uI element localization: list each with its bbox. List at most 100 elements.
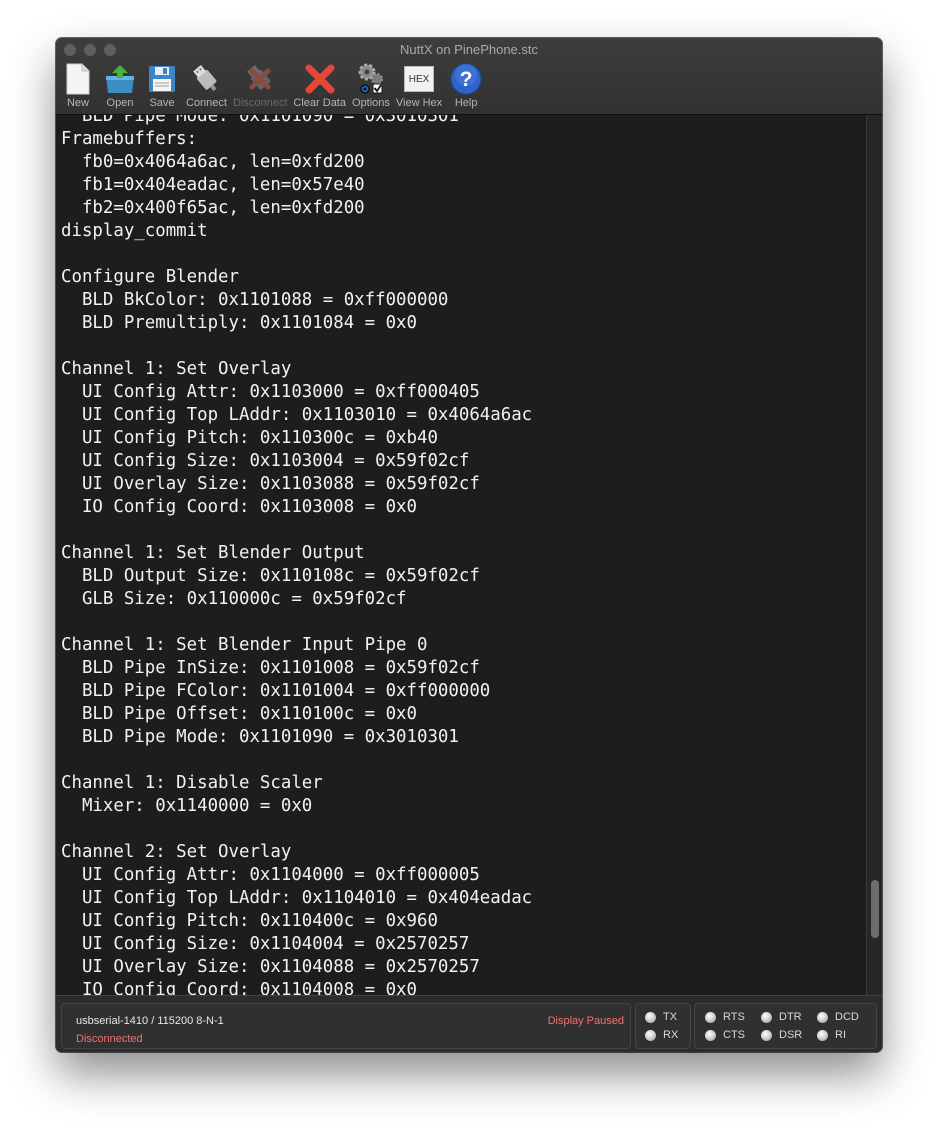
rx-indicator: RX	[645, 1029, 678, 1041]
window-title: NuttX on PinePhone.stc	[399, 42, 539, 57]
save-label: Save	[149, 97, 175, 109]
usb-disconnect-icon	[242, 62, 278, 96]
hex-icon: HEX	[401, 62, 437, 96]
terminal-scrollbar[interactable]	[866, 115, 882, 995]
dcd-led-icon	[817, 1011, 828, 1023]
cts-led-icon	[705, 1029, 716, 1041]
help-question-icon: ?	[448, 62, 484, 96]
help-button[interactable]: ? Help	[448, 62, 484, 109]
cts-label: CTS	[723, 1029, 745, 1041]
dsr-indicator: DSR	[761, 1029, 802, 1041]
terminal-line: BLD BkColor: 0x1101088 = 0xff000000	[61, 290, 449, 310]
disconnect-label: Disconnect	[232, 97, 288, 109]
terminal-line: UI Config Size: 0x1103004 = 0x59f02cf	[61, 451, 470, 471]
tx-led-icon	[645, 1011, 656, 1023]
ri-led-icon	[817, 1029, 828, 1041]
connection-status: Disconnected	[76, 1033, 143, 1045]
clear-data-label: Clear Data	[293, 97, 346, 109]
view-hex-label: View Hex	[395, 97, 443, 109]
cts-indicator: CTS	[705, 1029, 745, 1041]
usb-plug-icon	[188, 62, 224, 96]
terminal-line: UI Config Attr: 0x1104000 = 0xff000005	[61, 865, 480, 885]
terminal-line: IO Config Coord: 0x1103008 = 0x0	[61, 497, 417, 517]
dcd-indicator: DCD	[817, 1011, 859, 1023]
terminal-line: Channel 1: Set Blender Output	[61, 543, 365, 563]
dtr-indicator[interactable]: DTR	[761, 1011, 802, 1023]
options-label: Options	[351, 97, 390, 109]
red-x-icon	[302, 62, 338, 96]
terminal-line: Channel 1: Set Overlay	[61, 359, 292, 379]
dcd-label: DCD	[835, 1011, 859, 1023]
gears-options-icon	[353, 62, 389, 96]
terminal-line: BLD Pipe Mode: 0x1101090 = 0x3010301	[61, 727, 459, 747]
scrollbar-thumb[interactable]	[871, 880, 879, 938]
new-document-icon	[60, 62, 96, 96]
terminal-line: fb1=0x404eadac, len=0x57e40	[61, 175, 365, 195]
connect-button[interactable]: Connect	[186, 62, 227, 109]
help-label: Help	[454, 97, 478, 109]
terminal-text: BLD Pipe Mode: 0x1101090 = 0x3010301 Fram…	[56, 115, 866, 995]
ri-label: RI	[835, 1029, 846, 1041]
open-label: Open	[106, 97, 134, 109]
port-info: usbserial-1410 / 115200 8-N-1	[76, 1015, 224, 1027]
options-button[interactable]: Options	[352, 62, 390, 109]
terminal-output[interactable]: BLD Pipe Mode: 0x1101090 = 0x3010301 Fram…	[56, 115, 866, 995]
terminal-line: UI Overlay Size: 0x1104088 = 0x2570257	[61, 957, 480, 977]
tx-label: TX	[663, 1011, 678, 1023]
terminal-line: BLD Pipe Offset: 0x110100c = 0x0	[61, 704, 417, 724]
dtr-led-icon	[761, 1011, 772, 1023]
status-bar: usbserial-1410 / 115200 8-N-1 Disconnect…	[56, 995, 882, 1052]
terminal-line: Mixer: 0x1140000 = 0x0	[61, 796, 313, 816]
ri-indicator: RI	[817, 1029, 846, 1041]
new-button[interactable]: New	[60, 62, 96, 109]
connection-panel: usbserial-1410 / 115200 8-N-1 Disconnect…	[61, 1003, 631, 1049]
terminal-line: UI Config Size: 0x1104004 = 0x2570257	[61, 934, 470, 954]
terminal-line: UI Config Top LAddr: 0x1103010 = 0x4064a…	[61, 405, 533, 425]
rx-label: RX	[663, 1029, 679, 1041]
terminal-line: BLD Output Size: 0x110108c = 0x59f02cf	[61, 566, 480, 586]
signal-lines-panel: RTS CTS DTR DSR DCD RI	[694, 1003, 877, 1049]
dtr-label: DTR	[779, 1011, 802, 1023]
terminal-line: fb0=0x4064a6ac, len=0xfd200	[61, 152, 365, 172]
dsr-label: DSR	[779, 1029, 803, 1041]
terminal-line: UI Overlay Size: 0x1103088 = 0x59f02cf	[61, 474, 480, 494]
terminal-line: UI Config Pitch: 0x110300c = 0xb40	[61, 428, 438, 448]
display-paused-status[interactable]: Display Paused	[548, 1015, 624, 1027]
clear-data-button[interactable]: Clear Data	[293, 62, 346, 109]
rts-led-icon	[705, 1011, 716, 1023]
open-button[interactable]: Open	[102, 62, 138, 109]
terminal-line: BLD Pipe InSize: 0x1101008 = 0x59f02cf	[61, 658, 480, 678]
rx-led-icon	[645, 1029, 656, 1041]
terminal-line: UI Config Attr: 0x1103000 = 0xff000405	[61, 382, 480, 402]
rts-indicator[interactable]: RTS	[705, 1011, 745, 1023]
floppy-disk-icon	[144, 62, 180, 96]
terminal-line: UI Config Pitch: 0x110400c = 0x960	[61, 911, 438, 931]
txrx-panel: TX RX	[635, 1003, 691, 1049]
title-bar: NuttX on PinePhone.stc New Open Save Con…	[56, 38, 882, 115]
disconnect-button[interactable]: Disconnect	[233, 62, 287, 109]
terminal-line: GLB Size: 0x110000c = 0x59f02cf	[61, 589, 407, 609]
terminal-line: Channel 1: Disable Scaler	[61, 773, 323, 793]
terminal-line: BLD Premultiply: 0x1101084 = 0x0	[61, 313, 417, 333]
terminal-line: BLD Pipe Mode: 0x1101090 = 0x3010301	[61, 115, 459, 126]
tx-indicator: TX	[645, 1011, 677, 1023]
connect-label: Connect	[186, 97, 227, 109]
toolbar: New Open Save Connect Disconnect Clear D…	[60, 62, 490, 109]
new-label: New	[66, 97, 89, 109]
view-hex-button[interactable]: HEX View Hex	[396, 62, 442, 109]
rts-label: RTS	[723, 1011, 745, 1023]
terminal-line: IO Config Coord: 0x1104008 = 0x0	[61, 980, 417, 995]
save-button[interactable]: Save	[144, 62, 180, 109]
terminal-line: UI Config Top LAddr: 0x1104010 = 0x404ea…	[61, 888, 533, 908]
terminal-line: fb2=0x400f65ac, len=0xfd200	[61, 198, 365, 218]
svg-text:?: ?	[460, 68, 473, 91]
terminal-line: Channel 1: Set Blender Input Pipe 0	[61, 635, 428, 655]
app-window: NuttX on PinePhone.stc New Open Save Con…	[56, 38, 882, 1052]
hex-icon-text: HEX	[404, 66, 435, 92]
